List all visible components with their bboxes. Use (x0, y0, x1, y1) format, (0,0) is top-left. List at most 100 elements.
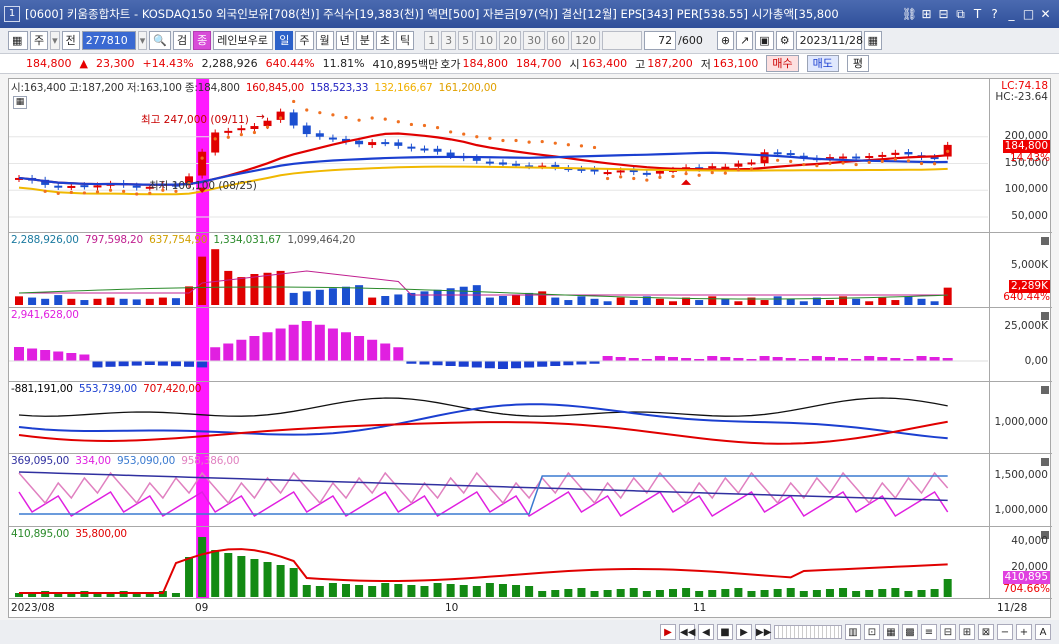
quote-open-label: 시 (569, 57, 580, 71)
osc-bar (615, 357, 626, 361)
prev-button[interactable]: 전 (61, 31, 80, 50)
period-week-select[interactable]: 주 (30, 31, 49, 50)
candle (381, 142, 390, 145)
last-page-icon[interactable]: ▶▶ (755, 624, 771, 640)
quote-high-label: 고 (635, 57, 646, 71)
osc-bar (170, 361, 181, 367)
close-icon[interactable]: ✕ (1037, 6, 1054, 23)
prev-page-icon[interactable]: ◀ (698, 624, 714, 640)
sar-dot (946, 149, 950, 153)
minimize-icon[interactable]: _ (1003, 6, 1020, 23)
amount-bar (433, 583, 442, 597)
scroll-right-icon[interactable]: ▶ (660, 624, 676, 640)
tab-day[interactable]: 일 (275, 31, 294, 50)
help-icon[interactable]: ? (986, 6, 1003, 23)
tab-tick[interactable]: 틱 (396, 31, 415, 50)
gear-icon[interactable]: ⚙ (775, 31, 794, 50)
measure-icon[interactable]: ⊠ (978, 624, 994, 640)
interval-10[interactable]: 10 (475, 31, 498, 50)
interval-60[interactable]: 60 (547, 31, 570, 50)
window-title: [0600] 키움종합차트 - KOSDAQ150 외국인보유[708(천)] … (25, 7, 839, 21)
tab-month[interactable]: 월 (315, 31, 334, 50)
sar-dot (579, 144, 584, 148)
scroll-track[interactable] (774, 625, 842, 639)
volume-bar (773, 296, 782, 305)
amount-panel[interactable]: 410,895,00 35,800,00 40,000 20,000 410,8… (9, 527, 1052, 599)
link-icon[interactable]: ⛓ (901, 6, 918, 23)
sar-dot (841, 161, 845, 165)
price-panel[interactable]: 시:163,400 고:187,200 저:163,100 종:184,800 … (9, 79, 1052, 233)
inst-panel[interactable]: 369,095,00 334,00 953,090,00 958,386,00 … (9, 454, 1052, 527)
chart-area[interactable]: 시:163,400 고:187,200 저:163,100 종:184,800 … (8, 78, 1052, 618)
interval-1[interactable]: 1 (424, 31, 440, 50)
compare-icon[interactable]: ⊟ (940, 624, 956, 640)
interval-120[interactable]: 120 (571, 31, 601, 50)
code-dropdown-icon[interactable]: ▾ (137, 31, 148, 50)
candle (616, 170, 625, 173)
interval-30[interactable]: 30 (523, 31, 546, 50)
chart-type-icon[interactable]: ▥ (845, 624, 861, 640)
osc-bar (511, 361, 522, 369)
grid-icon[interactable]: ▦ (883, 624, 899, 640)
volume-panel[interactable]: 2,288,926,00 797,598,20 637,754,90 1,334… (9, 233, 1052, 308)
stock-code-input[interactable]: 277810 (81, 31, 136, 50)
legend-vol-ma1: 797,598,20 (84, 234, 144, 246)
legend-vol-ma3: 1,334,031,67 (213, 234, 282, 246)
amount-bar (368, 586, 377, 597)
pin-icon[interactable]: ⊞ (918, 6, 935, 23)
osc-bar (811, 356, 822, 361)
interval-3[interactable]: 3 (441, 31, 457, 50)
interval-20[interactable]: 20 (499, 31, 522, 50)
font-icon[interactable]: T (969, 6, 986, 23)
save-icon[interactable]: ▣ (755, 31, 774, 50)
panel-close-icon[interactable] (1041, 237, 1049, 245)
search-icon[interactable]: 🔍 (149, 31, 172, 50)
osc-panel[interactable]: 2,941,628,00 25,000K 0,00 (9, 308, 1052, 382)
mode-badge[interactable]: 종 (193, 31, 212, 50)
tab-second[interactable]: 초 (375, 31, 395, 50)
calendar-icon[interactable]: ▦ (863, 31, 882, 50)
restore-icon[interactable]: ⧉ (952, 6, 969, 23)
search-button[interactable]: 검 (173, 31, 192, 50)
osc-bar (668, 357, 678, 361)
tool-icon[interactable]: ↗ (736, 31, 754, 50)
tick-100000: 100,000 (1004, 183, 1048, 195)
tab-year[interactable]: 년 (335, 31, 354, 50)
lines-icon[interactable]: ≡ (921, 624, 937, 640)
amount-bar (629, 588, 638, 597)
buy-button[interactable]: 매수 (766, 55, 799, 72)
osc-bar (929, 357, 940, 361)
lock-icon[interactable]: ⊟ (935, 6, 952, 23)
count-input[interactable]: 72 (644, 31, 677, 50)
interval-custom-select[interactable] (602, 31, 643, 50)
dropdown-arrow-icon[interactable]: ▾ (50, 31, 60, 50)
maximize-icon[interactable]: □ (1020, 6, 1037, 23)
panel-close-icon[interactable] (1041, 312, 1049, 320)
crosshair-icon[interactable]: ⊞ (959, 624, 975, 640)
first-page-icon[interactable]: ◀◀ (679, 624, 695, 640)
candle (132, 185, 141, 188)
date-input[interactable]: 2023/11/28 (795, 31, 863, 50)
sell-button[interactable]: 매도 (806, 55, 839, 72)
status-bar: ▶ ◀◀ ◀ ■ ▶ ▶▶ ▥ ⊡ ▦ ▩ ≡ ⊟ ⊞ ⊠ − + A (0, 620, 1059, 644)
panel-close-icon[interactable] (1041, 386, 1049, 394)
legend-osc: 2,941,628,00 (11, 309, 79, 321)
candle (747, 162, 756, 165)
overlay-icon[interactable]: ▩ (902, 624, 918, 640)
tab-week[interactable]: 주 (295, 31, 314, 50)
investor-panel[interactable]: -881,191,00 553,739,00 707,420,00 1,000,… (9, 382, 1052, 454)
candle (433, 148, 442, 152)
chart-settings-button[interactable]: ▦ (8, 31, 28, 50)
panel-close-icon[interactable] (1041, 458, 1049, 466)
interval-5[interactable]: 5 (458, 31, 474, 50)
zoom-icon[interactable]: ⊡ (864, 624, 880, 640)
zoom-in-icon[interactable]: + (1016, 624, 1032, 640)
volume-bar (734, 301, 743, 305)
stop-icon[interactable]: ■ (717, 624, 733, 640)
tab-minute[interactable]: 분 (355, 31, 374, 50)
font-size-icon[interactable]: A (1035, 624, 1051, 640)
zoom-out-icon[interactable]: − (997, 624, 1013, 640)
indicator-icon[interactable]: ⊕ (716, 31, 735, 50)
eval-button[interactable]: 평 (846, 55, 870, 72)
next-page-icon[interactable]: ▶ (736, 624, 752, 640)
